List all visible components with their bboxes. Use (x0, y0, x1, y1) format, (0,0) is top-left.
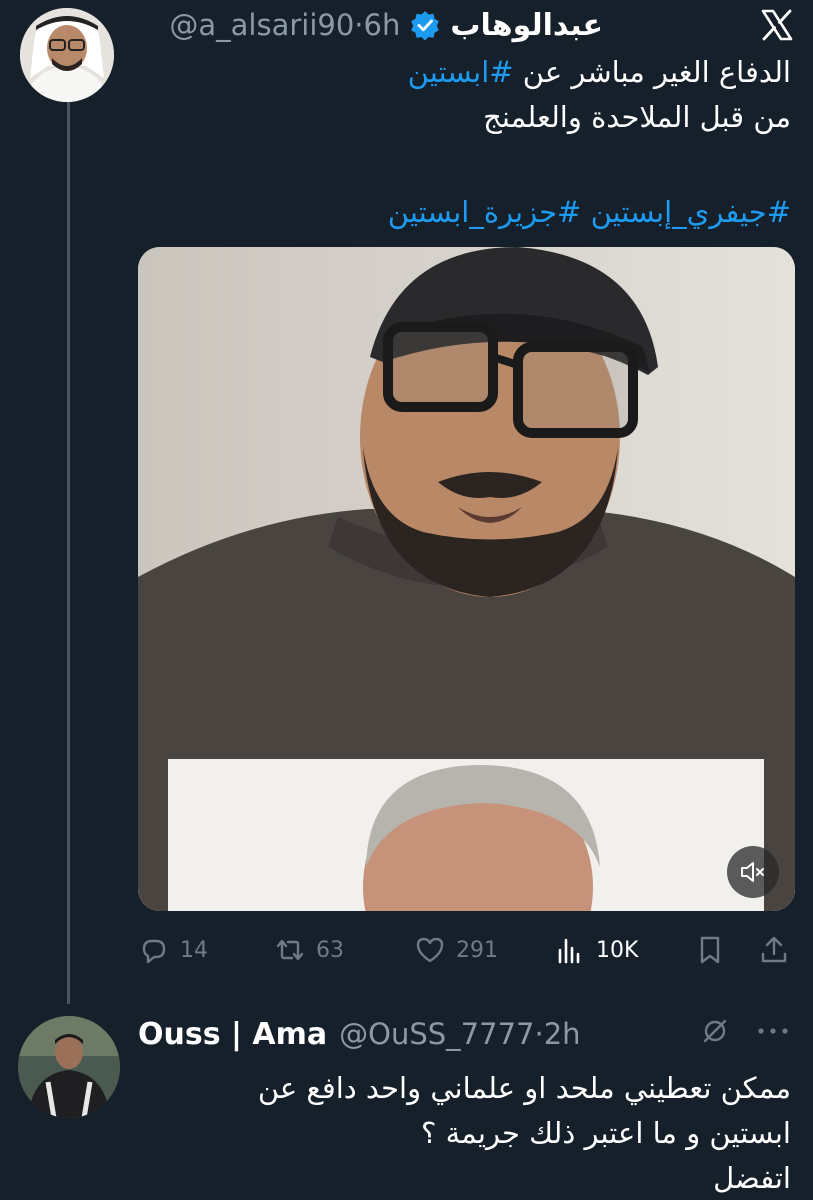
tweet-time[interactable]: 6h (364, 8, 401, 42)
share-button[interactable] (758, 928, 790, 972)
video-frame (138, 247, 795, 911)
tweet-text: الدفاع الغير مباشر عن #ابستين من قبل الم… (151, 50, 791, 140)
mute-toggle-button[interactable] (727, 846, 779, 898)
author-handle[interactable]: @a_alsarii90 (169, 8, 354, 42)
like-count: 291 (456, 937, 498, 963)
hashtag-link[interactable]: #ابستين (408, 55, 514, 89)
reply-line-1: ممكن تعطيني ملحد او علماني واحد دافع عن (257, 1071, 791, 1105)
tweet-header: عبدالوهاب @a_alsarii90·6h (169, 2, 603, 48)
like-button[interactable]: 291 (414, 928, 498, 972)
verified-badge-icon (410, 10, 440, 41)
views-button[interactable]: 10K (554, 928, 638, 972)
reply-time[interactable]: 2h (544, 1017, 581, 1051)
share-icon (761, 936, 787, 963)
bookmark-button[interactable] (694, 928, 726, 972)
reply-handle-and-time[interactable]: @OuSS_7777·2h (339, 1017, 580, 1051)
dot-separator: · (354, 8, 364, 42)
retweet-count: 63 (316, 937, 344, 963)
tweet-video[interactable] (138, 247, 795, 911)
reply-line-2: ابستين و ما اعتبر ذلك جريمة ؟ (420, 1116, 791, 1150)
reply-icon (142, 939, 166, 964)
reply-header: Ouss | Ama @OuSS_7777·2h (138, 1012, 581, 1056)
retweet-icon (276, 939, 304, 961)
tweet-line-1: الدفاع الغير مباشر عن #ابستين (151, 50, 791, 95)
reply-handle[interactable]: @OuSS_7777 (339, 1017, 534, 1051)
reply-header-icons (700, 1016, 790, 1050)
x-logo-icon[interactable] (760, 8, 794, 42)
more-icon[interactable] (756, 1016, 790, 1050)
author-display-name[interactable]: عبدالوهاب (450, 8, 603, 43)
reply-avatar[interactable] (18, 1016, 120, 1118)
reply-display-name[interactable]: Ouss | Ama (138, 1017, 327, 1052)
tweet-line-1-text: الدفاع الغير مباشر عن (513, 55, 791, 89)
views-icon (558, 938, 580, 964)
reply-button[interactable]: 14 (138, 928, 208, 972)
reply-text: ممكن تعطيني ملحد او علماني واحد دافع عن … (151, 1066, 791, 1200)
reply-line-3: اتفضل (713, 1161, 791, 1195)
thread-connector-line (67, 92, 70, 1004)
reply-count: 14 (180, 937, 208, 963)
like-icon (416, 937, 444, 963)
tweet-hashtags: #جيفري_إبستين #جزيرة_ابستين (151, 190, 791, 235)
tweet-action-bar: 14 63 291 10K (138, 928, 795, 972)
retweet-button[interactable]: 63 (274, 928, 344, 972)
dot-separator: · (534, 1017, 544, 1051)
avatar[interactable] (20, 8, 114, 102)
bookmark-icon (700, 936, 720, 964)
grok-icon[interactable] (700, 1016, 730, 1050)
author-handle-and-time[interactable]: @a_alsarii90·6h (169, 8, 400, 42)
tweet-line-2: من قبل الملاحدة والعلمنج (483, 100, 791, 134)
speaker-muted-icon (741, 862, 764, 882)
views-count: 10K (596, 937, 639, 963)
hashtag-links[interactable]: #جيفري_إبستين #جزيرة_ابستين (388, 195, 791, 229)
